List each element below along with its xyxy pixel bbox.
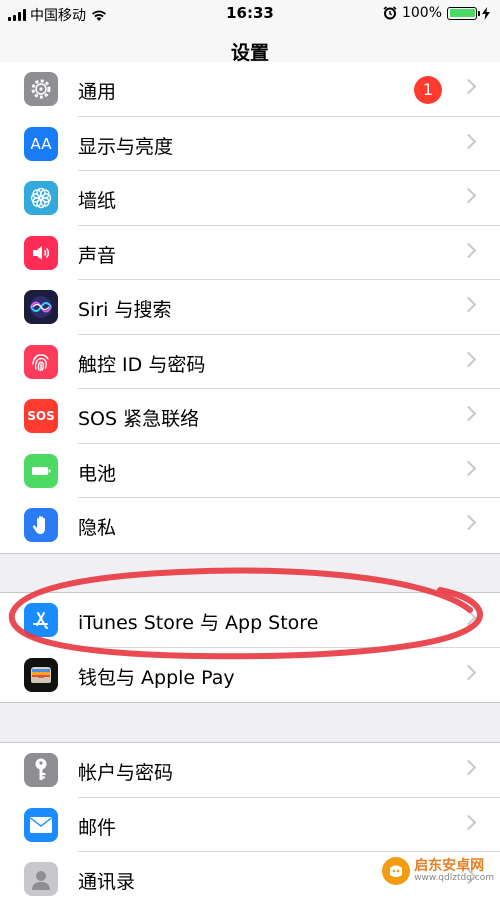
settings-row-battery[interactable]: 电池	[0, 444, 500, 498]
chevron-right-icon	[460, 664, 477, 680]
settings-row-general[interactable]: 通用 1	[0, 62, 500, 117]
settings-row-label: 显示与亮度	[78, 135, 174, 158]
contacts-icon	[24, 862, 58, 896]
chevron-right-icon	[460, 514, 477, 531]
key-icon	[24, 753, 58, 787]
chevron-right-icon	[460, 759, 477, 776]
chevron-right-icon	[460, 405, 477, 422]
chevron-right-icon	[460, 460, 477, 476]
page-title: 设置	[230, 42, 269, 64]
settings-row-accounts-passwords[interactable]: 帐户与密码	[0, 743, 500, 798]
chevron-right-icon	[460, 242, 477, 258]
fingerprint-icon	[24, 344, 58, 379]
mail-icon	[24, 807, 58, 842]
watermark-text: 启东安卓网 www.qdlztdq.com	[414, 859, 494, 883]
watermark-title: 启东安卓网	[414, 857, 485, 874]
watermark-url: www.qdlztdq.com	[414, 872, 494, 883]
chevron-right-icon	[460, 351, 477, 367]
watermark-logo-icon	[382, 857, 411, 885]
chevron-right-icon	[460, 296, 477, 313]
battery-fill	[449, 9, 475, 17]
settings-row-wallet-apple-pay[interactable]: 钱包与 Apple Pay	[0, 648, 500, 703]
settings-row-label: 邮件	[78, 816, 117, 839]
speaker-icon	[24, 235, 58, 270]
chevron-right-icon	[460, 814, 477, 830]
chevron-right-icon	[460, 609, 477, 626]
settings-row-label: 电池	[78, 462, 117, 485]
settings-row-itunes-app-store[interactable]: iTunes Store 与 App Store	[0, 593, 500, 648]
settings-row-label: 声音	[78, 244, 117, 267]
charging-bolt-icon	[482, 6, 490, 20]
settings-row-emergency-sos[interactable]: SOS SOS 紧急联络	[0, 389, 500, 444]
gear-icon	[24, 72, 58, 106]
chevron-right-icon	[460, 78, 477, 95]
settings-row-siri-search[interactable]: Siri 与搜索	[0, 280, 500, 335]
display-icon-text: AA	[30, 134, 52, 153]
sos-icon: SOS	[24, 399, 58, 433]
chevron-right-icon	[460, 133, 477, 149]
wallet-icon	[24, 657, 58, 692]
sos-icon-text: SOS	[27, 409, 55, 423]
settings-row-mail[interactable]: 邮件	[0, 798, 500, 852]
status-right: 100%	[383, 5, 490, 21]
flower-icon	[24, 181, 58, 215]
settings-row-label: 通用	[78, 81, 117, 103]
chevron-right-icon	[460, 187, 477, 204]
hand-icon	[24, 508, 58, 542]
alarm-clock-icon	[383, 6, 397, 20]
settings-row-label: 钱包与 Apple Pay	[78, 666, 235, 689]
settings-row-label: iTunes Store 与 App Store	[78, 612, 319, 634]
settings-row-label: 触控 ID 与密码	[78, 353, 206, 376]
settings-row-label: Siri 与搜索	[78, 299, 172, 321]
app-store-icon	[24, 603, 58, 637]
settings-row-label: 通讯录	[78, 871, 136, 893]
siri-icon	[24, 290, 58, 324]
settings-row-touch-id-passcode[interactable]: 触控 ID 与密码	[0, 335, 500, 389]
status-bar: 中国移动 16:33 100%	[0, 0, 500, 28]
settings-row-label: SOS 紧急联络	[78, 408, 200, 430]
watermark: 启东安卓网 www.qdlztdq.com	[382, 857, 494, 885]
settings-group-1: 通用 1 AA 显示与亮度 墙纸 声音 Siri 与搜索 触控 ID 与密码 S…	[0, 62, 500, 554]
settings-row-label: 墙纸	[78, 190, 117, 212]
settings-group-2: iTunes Store 与 App Store 钱包与 Apple Pay	[0, 592, 500, 703]
settings-row-display-brightness[interactable]: AA 显示与亮度	[0, 117, 500, 171]
battery-icon	[24, 453, 58, 488]
settings-row-label: 隐私	[78, 517, 117, 539]
settings-row-wallpaper[interactable]: 墙纸	[0, 171, 500, 226]
battery-indicator-icon	[447, 6, 480, 20]
notification-badge: 1	[414, 76, 442, 104]
settings-row-privacy[interactable]: 隐私	[0, 498, 500, 553]
settings-row-sounds[interactable]: 声音	[0, 226, 500, 280]
settings-row-label: 帐户与密码	[78, 762, 174, 784]
display-brightness-icon: AA	[24, 126, 58, 161]
battery-percent: 100%	[401, 5, 442, 21]
